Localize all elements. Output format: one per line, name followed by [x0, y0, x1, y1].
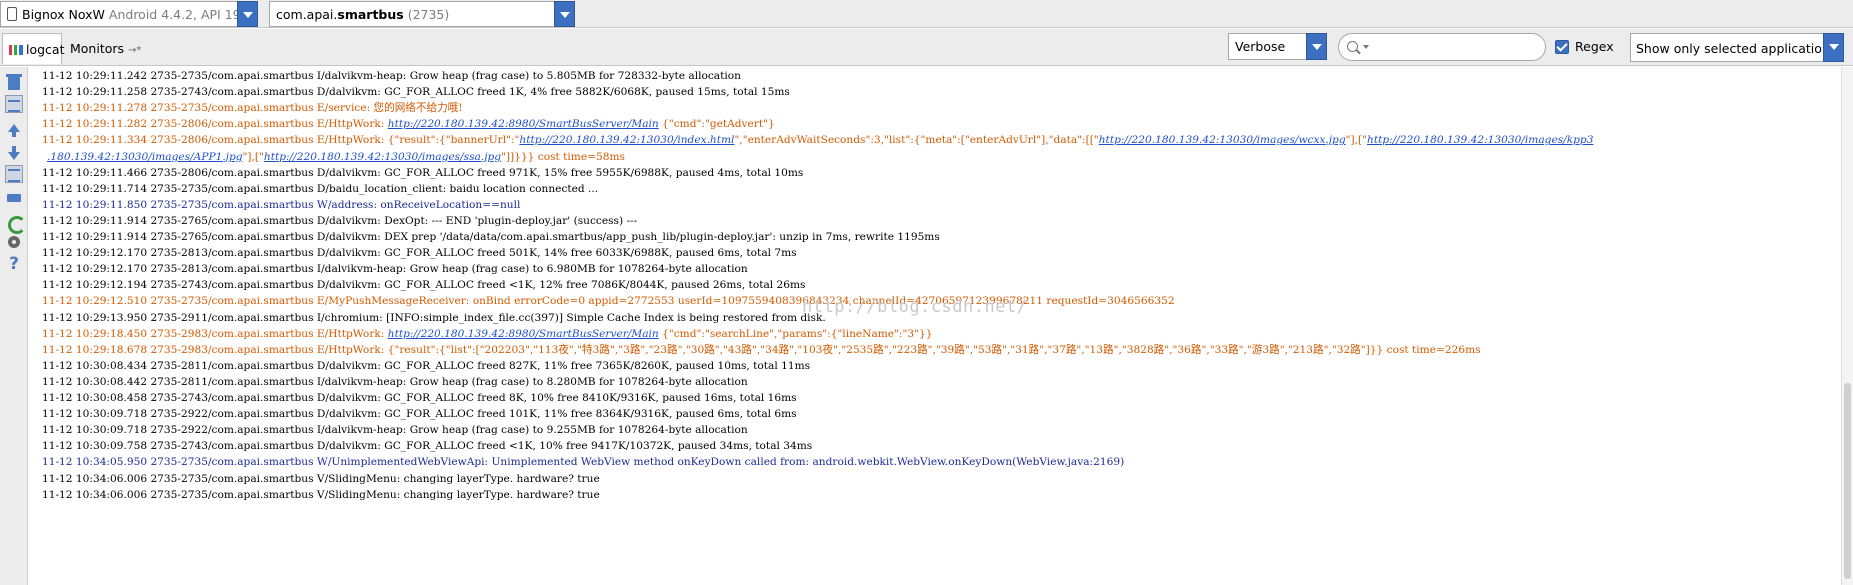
- log-text: 11-12 10:30:09.718 2735-2922/com.apai.sm…: [42, 424, 748, 437]
- device-name: Bignox NoxW: [22, 7, 105, 22]
- process-select[interactable]: com.apai.smartbus (2735): [269, 1, 575, 27]
- log-text: 11-12 10:29:11.850 2735-2735/com.apai.sm…: [42, 198, 521, 211]
- log-text: 11-12 10:29:11.466 2735-2806/com.apai.sm…: [42, 166, 804, 179]
- search-history-icon[interactable]: [1363, 45, 1369, 49]
- log-text: 11-12 10:30:09.758 2735-2743/com.apai.sm…: [42, 440, 813, 453]
- process-name: smartbus: [337, 7, 404, 22]
- log-link[interactable]: http://220.180.139.42:8980/SmartBusServe…: [388, 328, 659, 340]
- gear-icon[interactable]: [5, 233, 23, 251]
- chevron-down-icon[interactable]: [1823, 33, 1844, 62]
- log-text: 11-12 10:29:11.914 2735-2765/com.apai.sm…: [42, 214, 638, 227]
- search-field[interactable]: [1338, 33, 1546, 61]
- watermark: http://blog.csdn.net/: [802, 297, 1028, 317]
- log-text: {"cmd":"searchLine","params":{"lineName"…: [658, 327, 933, 340]
- log-text: 11-12 10:30:08.458 2735-2743/com.apai.sm…: [42, 392, 797, 404]
- regex-checkbox[interactable]: [1555, 40, 1569, 54]
- log-level-value: Verbose: [1235, 39, 1286, 54]
- restart-icon[interactable]: [5, 213, 26, 234]
- log-text: 11-12 10:29:12.170 2735-2813/com.apai.sm…: [42, 263, 748, 276]
- log-text: 11-12 10:29:12.194 2735-2743/com.apai.sm…: [42, 279, 806, 292]
- log-text: 11-12 10:29:11.282 2735-2806/com.apai.sm…: [42, 118, 388, 131]
- log-text: 11-12 10:29:11.714 2735-2735/com.apai.sm…: [42, 182, 599, 195]
- log-text: 11-12 10:30:09.718 2735-2922/com.apai.sm…: [42, 408, 797, 421]
- log-text: 11-12 10:29:12.170 2735-2813/com.apai.sm…: [42, 247, 797, 260]
- log-link[interactable]: .180.139.42:13030/images/APP1.jpg: [47, 151, 243, 163]
- log-link[interactable]: http://220.180.139.42:13030/index.html: [519, 134, 734, 146]
- filter-select[interactable]: Show only selected application: [1630, 33, 1844, 62]
- print-icon[interactable]: [5, 188, 23, 206]
- scroll-to-end-button[interactable]: [5, 95, 23, 113]
- log-text: "]]}}} cost time=58ms: [501, 150, 625, 163]
- tab-pin-icon: →*: [128, 45, 142, 56]
- soft-wrap-button[interactable]: [5, 165, 23, 183]
- regex-label[interactable]: Regex: [1575, 39, 1614, 54]
- log-text: 11-12 10:34:06.006 2735-2735/com.apai.sm…: [42, 472, 600, 485]
- log-text: "],[": [242, 150, 264, 163]
- filter-value: Show only selected application: [1636, 41, 1830, 56]
- log-link[interactable]: http://220.180.139.42:8980/SmartBusServe…: [388, 118, 659, 130]
- log-link[interactable]: http://220.180.139.42:13030/images/ssa.j…: [264, 151, 501, 163]
- clear-logcat-button[interactable]: [5, 73, 23, 91]
- chevron-down-icon[interactable]: [237, 1, 258, 27]
- process-select-value: com.apai.smartbus (2735): [276, 7, 449, 22]
- log-text: 11-12 10:30:08.434 2735-2811/com.apai.sm…: [42, 359, 811, 372]
- tab-logcat[interactable]: logcat: [2, 33, 65, 64]
- log-text: 11-12 10:29:11.278 2735-2735/com.apai.sm…: [42, 102, 463, 115]
- log-text: 11-12 10:34:06.006 2735-2735/com.apai.sm…: [42, 488, 600, 501]
- logcat-side-toolbar: ?: [0, 67, 28, 585]
- log-link[interactable]: http://220.180.139.42:13030/images/kpp3: [1367, 134, 1593, 146]
- log-text: "],[": [1345, 134, 1368, 147]
- down-arrow-icon[interactable]: [5, 143, 23, 161]
- log-level-select[interactable]: Verbose: [1228, 33, 1327, 60]
- logcat-icon: [9, 45, 23, 55]
- device-toolbar: Bignox NoxW Android 4.4.2, API 19 com.ap…: [0, 0, 1853, 28]
- tab-monitors[interactable]: Monitors →*: [64, 33, 142, 64]
- log-text: 11-12 10:29:18.678 2735-2983/com.apai.sm…: [42, 343, 1481, 356]
- help-icon[interactable]: ?: [5, 255, 23, 273]
- device-icon: [7, 7, 17, 21]
- log-text: 11-12 10:29:11.258 2735-2743/com.apai.sm…: [42, 86, 790, 99]
- log-link[interactable]: http://220.180.139.42:13030/images/wcxx.…: [1099, 134, 1346, 146]
- process-pid: (2735): [407, 7, 450, 22]
- logcat-toolbar: logcat Monitors →* Verbose Regex Show on…: [0, 29, 1853, 66]
- log-text: 11-12 10:29:13.950 2735-2911/com.apai.sm…: [42, 311, 826, 324]
- chevron-down-icon[interactable]: [1306, 33, 1327, 60]
- log-text: 11-12 10:29:11.914 2735-2765/com.apai.sm…: [42, 231, 940, 243]
- search-icon[interactable]: [1347, 41, 1358, 52]
- up-arrow-icon[interactable]: [5, 122, 23, 140]
- log-text: ","enterAdvWaitSeconds":3,"list":{"meta"…: [734, 134, 1099, 147]
- tab-logcat-label: logcat: [26, 42, 65, 57]
- search-input[interactable]: [1371, 38, 1539, 56]
- device-detail: Android 4.4.2, API 19: [108, 7, 241, 22]
- scrollbar-thumb[interactable]: [1844, 383, 1851, 579]
- log-text: 11-12 10:29:11.334 2735-2806/com.apai.sm…: [42, 134, 520, 147]
- log-scrollbar[interactable]: [1841, 67, 1853, 585]
- device-select-value: Bignox NoxW Android 4.4.2, API 19: [7, 7, 241, 22]
- log-text: 11-12 10:34:05.950 2735-2735/com.apai.sm…: [42, 456, 1125, 469]
- log-text: 11-12 10:29:18.450 2735-2983/com.apai.sm…: [42, 327, 388, 340]
- device-select[interactable]: Bignox NoxW Android 4.4.2, API 19: [0, 1, 258, 27]
- log-text: {"cmd":"getAdvert"}: [658, 118, 775, 131]
- logcat-output[interactable]: 11-12 10:29:11.242 2735-2735/com.apai.sm…: [29, 67, 1841, 585]
- log-line: 11-12 10:34:06.006 2735-2735/com.apai.sm…: [42, 486, 600, 505]
- tab-monitors-label: Monitors: [70, 41, 125, 56]
- chevron-down-icon[interactable]: [554, 1, 575, 27]
- log-text: 11-12 10:29:11.242 2735-2735/com.apai.sm…: [42, 70, 741, 82]
- log-text: 11-12 10:30:08.442 2735-2811/com.apai.sm…: [42, 375, 748, 388]
- process-prefix: com.apai.: [276, 7, 338, 22]
